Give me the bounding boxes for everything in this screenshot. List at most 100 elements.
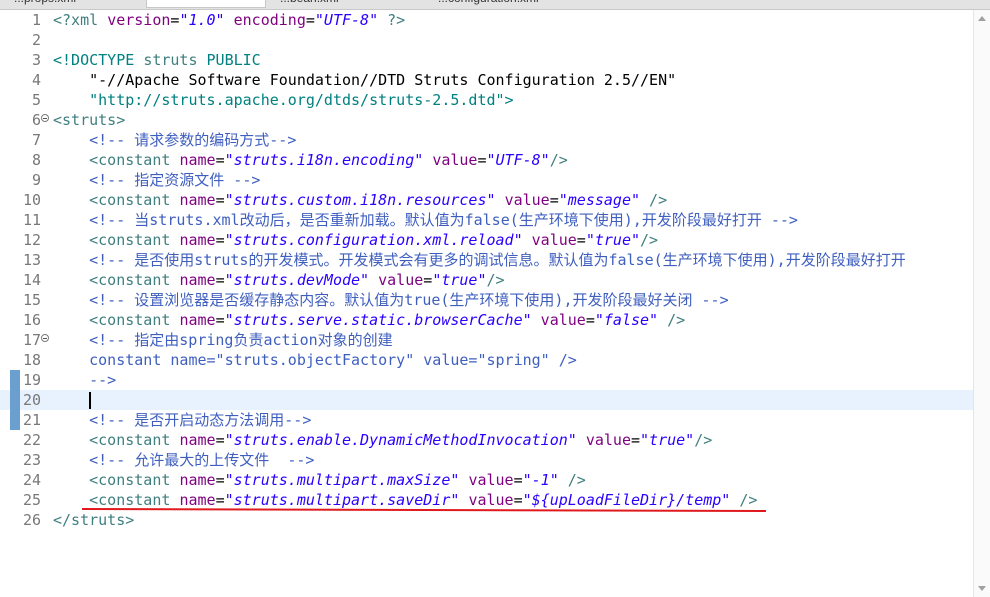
code-text: <!-- 设置浏览器是否缓存静态内容。默认值为true(生产环境下使用),开发阶… bbox=[53, 290, 729, 310]
code-line[interactable]: 12 <constant name="struts.configuration.… bbox=[0, 230, 973, 250]
code-token: = bbox=[630, 431, 641, 449]
code-line[interactable]: 7 <!-- 请求参数的编码方式--> bbox=[0, 130, 973, 150]
code-line[interactable]: 16 <constant name="struts.serve.static.b… bbox=[0, 310, 973, 330]
editor-tab-active[interactable] bbox=[146, 0, 266, 8]
code-token: = bbox=[513, 471, 523, 489]
code-text: constant name="struts.objectFactory" val… bbox=[53, 350, 577, 370]
vertical-scrollbar[interactable] bbox=[973, 10, 990, 597]
editor-tab[interactable]: ...bean.xml bbox=[274, 0, 424, 8]
code-token: /> bbox=[640, 191, 668, 209]
code-text: <constant name="struts.multipart.maxSize… bbox=[53, 470, 586, 490]
code-text: <?xml version="1.0" encoding="UTF-8" ?> bbox=[53, 10, 405, 30]
scroll-down-icon[interactable] bbox=[978, 586, 986, 591]
code-line[interactable]: 6 <struts> bbox=[0, 110, 973, 130]
code-line[interactable]: 4 "-//Apache Software Foundation//DTD St… bbox=[0, 70, 973, 90]
code-token: = bbox=[215, 491, 225, 509]
code-token: "struts.configuration.xml.reload" bbox=[224, 231, 523, 249]
code-token: /> bbox=[549, 151, 568, 169]
code-line[interactable]: 21 <!-- 是否开启动态方法调用--> bbox=[0, 410, 973, 430]
code-line[interactable]: 22 <constant name="struts.enable.Dynamic… bbox=[0, 430, 973, 450]
code-line[interactable]: 24 <constant name="struts.multipart.maxS… bbox=[0, 470, 973, 490]
code-line[interactable]: 5 "http://struts.apache.org/dtds/struts-… bbox=[0, 90, 973, 110]
code-line[interactable]: 23 <!-- 允许最大的上传文件 --> bbox=[0, 450, 973, 470]
code-text: <!DOCTYPE struts PUBLIC bbox=[53, 50, 261, 70]
code-line[interactable]: 10 <constant name="struts.custom.i18n.re… bbox=[0, 190, 973, 210]
code-token: = bbox=[576, 231, 586, 249]
code-token: "struts.serve.static.browserCache" bbox=[224, 311, 532, 329]
code-line[interactable]: 8 <constant name="struts.i18n.encoding" … bbox=[0, 150, 973, 170]
code-line[interactable]: 1 <?xml version="1.0" encoding="UTF-8" ?> bbox=[0, 10, 973, 30]
scroll-up-icon[interactable] bbox=[978, 16, 986, 21]
code-line[interactable]: 19 --> bbox=[0, 370, 973, 390]
code-text: <!-- 指定由spring负责action对象的创建 bbox=[53, 330, 393, 350]
code-line[interactable]: 15 <!-- 设置浏览器是否缓存静态内容。默认值为true(生产环境下使用),… bbox=[0, 290, 973, 310]
line-number: 13 bbox=[22, 251, 41, 269]
code-line[interactable]: 14 <constant name="struts.devMode" value… bbox=[0, 270, 973, 290]
code-token: <!-- 是否使用struts的开发模式。开发模式会有更多的调试信息。默认值为f… bbox=[89, 251, 906, 269]
code-text: --> bbox=[53, 370, 116, 390]
code-token: <constant bbox=[89, 191, 180, 209]
line-number: 22 bbox=[22, 431, 41, 449]
line-number: 18 bbox=[22, 351, 41, 369]
code-token: /> bbox=[486, 271, 505, 289]
fold-collapse-icon[interactable] bbox=[41, 114, 49, 122]
code-line[interactable]: 25 <constant name="struts.multipart.save… bbox=[0, 490, 973, 510]
code-token: value bbox=[585, 431, 631, 449]
code-token: = bbox=[215, 151, 225, 169]
code-token: = bbox=[215, 471, 225, 489]
code-line[interactable]: 17 <!-- 指定由spring负责action对象的创建 bbox=[0, 330, 973, 350]
code-token: <struts> bbox=[53, 111, 126, 129]
code-line[interactable]: 13 <!-- 是否使用struts的开发模式。开发模式会有更多的调试信息。默认… bbox=[0, 250, 973, 270]
code-text: <constant name="struts.custom.i18n.resou… bbox=[53, 190, 667, 210]
code-line[interactable]: 20 bbox=[0, 390, 973, 410]
code-token: = bbox=[549, 191, 559, 209]
code-line[interactable]: 18 constant name="struts.objectFactory" … bbox=[0, 350, 973, 370]
code-token: <!-- 请求参数的编码方式--> bbox=[89, 131, 297, 149]
code-text: <!-- 请求参数的编码方式--> bbox=[53, 130, 296, 150]
code-line[interactable]: 9 <!-- 指定资源文件 --> bbox=[0, 170, 973, 190]
editor-tab[interactable]: ...props.xml bbox=[8, 0, 138, 8]
line-number: 4 bbox=[31, 71, 41, 89]
code-text: <!-- 当struts.xml改动后，是否重新加载。默认值为false(生产环… bbox=[53, 210, 798, 230]
code-token: "${upLoadFileDir}/temp" bbox=[522, 491, 731, 509]
line-number: 14 bbox=[22, 271, 41, 289]
code-line[interactable]: 2 bbox=[0, 30, 973, 50]
line-number: 5 bbox=[31, 91, 41, 109]
underline-stroke bbox=[81, 508, 767, 512]
code-token: value bbox=[531, 231, 577, 249]
fold-collapse-icon[interactable] bbox=[41, 334, 49, 342]
code-token: = bbox=[585, 311, 595, 329]
code-text: <constant name="struts.configuration.xml… bbox=[53, 230, 658, 250]
code-token: > bbox=[504, 91, 514, 109]
line-number: 7 bbox=[31, 131, 41, 149]
editor-tab-bar: ...props.xml ...bean.xml ...configuratio… bbox=[0, 0, 990, 10]
code-line[interactable]: 3 <!DOCTYPE struts PUBLIC bbox=[0, 50, 973, 70]
line-number: 2 bbox=[31, 31, 41, 49]
line-number: 1 bbox=[31, 11, 41, 29]
code-token: name bbox=[179, 311, 216, 329]
code-token: "struts.multipart.maxSize" bbox=[224, 471, 460, 489]
code-text: <constant name="struts.enable.DynamicMet… bbox=[53, 430, 712, 450]
code-token: <!DOCTYPE bbox=[53, 51, 144, 69]
line-number: 26 bbox=[22, 511, 41, 529]
code-token: value bbox=[540, 311, 586, 329]
code-token: = bbox=[215, 311, 225, 329]
editor-tab[interactable]: ...configuration.xml bbox=[432, 0, 612, 8]
code-token: "message" bbox=[558, 191, 641, 209]
code-token: "1.0" bbox=[179, 11, 225, 29]
code-token: = bbox=[215, 231, 225, 249]
code-token: value bbox=[378, 271, 424, 289]
code-token: "-//Apache Software Foundation//DTD Stru… bbox=[89, 71, 677, 89]
code-line[interactable]: 11 <!-- 当struts.xml改动后，是否重新加载。默认值为false(… bbox=[0, 210, 973, 230]
